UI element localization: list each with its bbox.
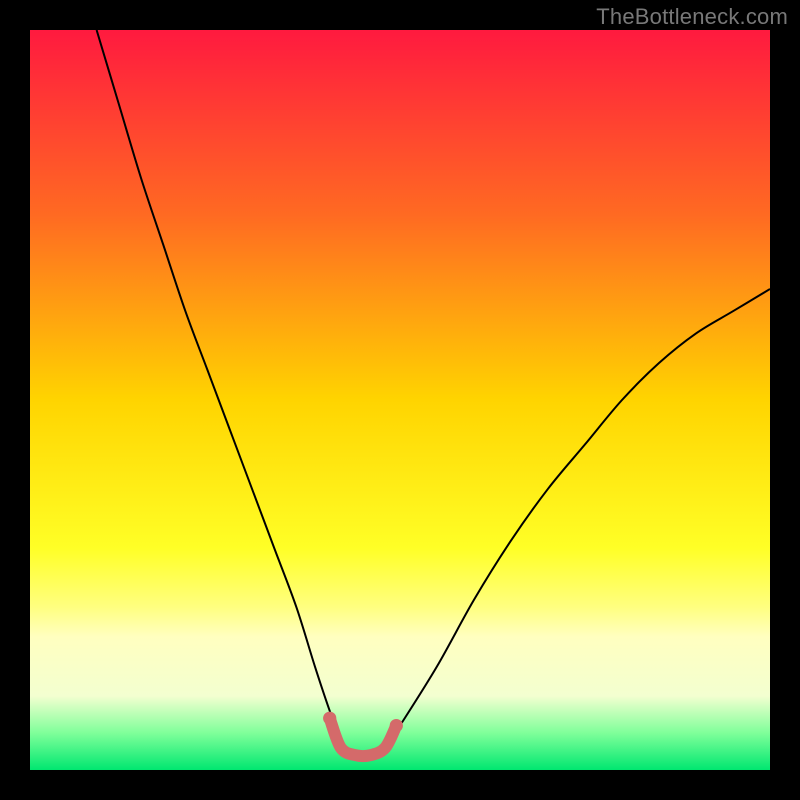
chart-plot-area [30, 30, 770, 770]
series-bottleneck-flat-marker-endpoint [390, 719, 403, 732]
series-bottleneck-flat-marker-endpoint [323, 712, 336, 725]
chart-svg [30, 30, 770, 770]
chart-frame: TheBottleneck.com [0, 0, 800, 800]
chart-background-gradient [30, 30, 770, 770]
watermark-text: TheBottleneck.com [596, 4, 788, 30]
